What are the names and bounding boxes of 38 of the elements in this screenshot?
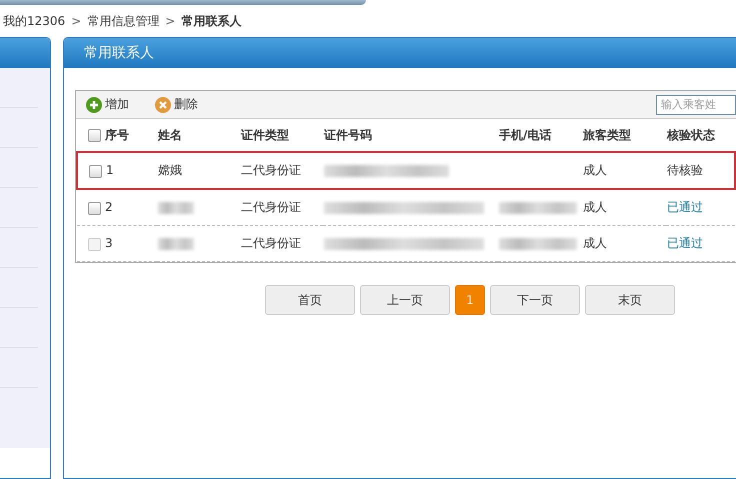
breadcrumb-separator: > xyxy=(71,14,82,28)
table-cell: 成人 xyxy=(583,236,607,250)
table-cell: 二代身份证 xyxy=(241,163,301,177)
plus-icon xyxy=(86,96,102,112)
table-cell: 1 xyxy=(106,163,114,178)
search-field[interactable]: 输入乘客姓 xyxy=(656,94,736,114)
column-header: 姓名 xyxy=(158,128,182,142)
breadcrumb-item[interactable]: 常用信息管理 xyxy=(87,12,160,30)
table-cell: 二代身份证 xyxy=(241,236,301,250)
delete-icon xyxy=(155,96,171,112)
breadcrumb-item: 常用联系人 xyxy=(181,12,242,30)
status-text: 待核验 xyxy=(667,163,703,177)
column-header: 证件号码 xyxy=(324,128,372,142)
column-header: 旅客类型 xyxy=(583,128,631,142)
page-button[interactable]: 首页 xyxy=(265,285,355,315)
column-header: 证件类型 xyxy=(241,128,289,142)
row-checkbox[interactable] xyxy=(88,202,101,215)
table-cell: 成人 xyxy=(583,163,607,177)
status-text: 已通过 xyxy=(667,200,703,214)
delete-button[interactable]: 删除 xyxy=(155,96,198,113)
table-cell: 3 xyxy=(105,236,113,250)
panel-title: 常用联系人 xyxy=(84,44,154,62)
status-text: 已通过 xyxy=(667,236,703,250)
column-header: 序号 xyxy=(105,128,129,142)
table-cell: 二代身份证 xyxy=(241,200,301,214)
add-button[interactable]: 增加 xyxy=(86,96,129,113)
table-cell: 2 xyxy=(105,200,113,214)
table-cell: 成人 xyxy=(583,200,607,214)
breadcrumb-item[interactable]: 我的12306 xyxy=(3,12,66,30)
select-all-checkbox[interactable] xyxy=(88,128,101,142)
column-header: 核验状态 xyxy=(667,128,715,142)
breadcrumb-separator: > xyxy=(165,14,176,28)
page-button[interactable]: 末页 xyxy=(585,285,675,315)
row-checkbox[interactable] xyxy=(89,164,102,178)
table-cell: 嫦娥 xyxy=(158,163,182,177)
page-button[interactable]: 上一页 xyxy=(360,285,450,315)
column-header: 手机/电话 xyxy=(499,128,552,142)
page-button[interactable]: 下一页 xyxy=(490,285,580,315)
